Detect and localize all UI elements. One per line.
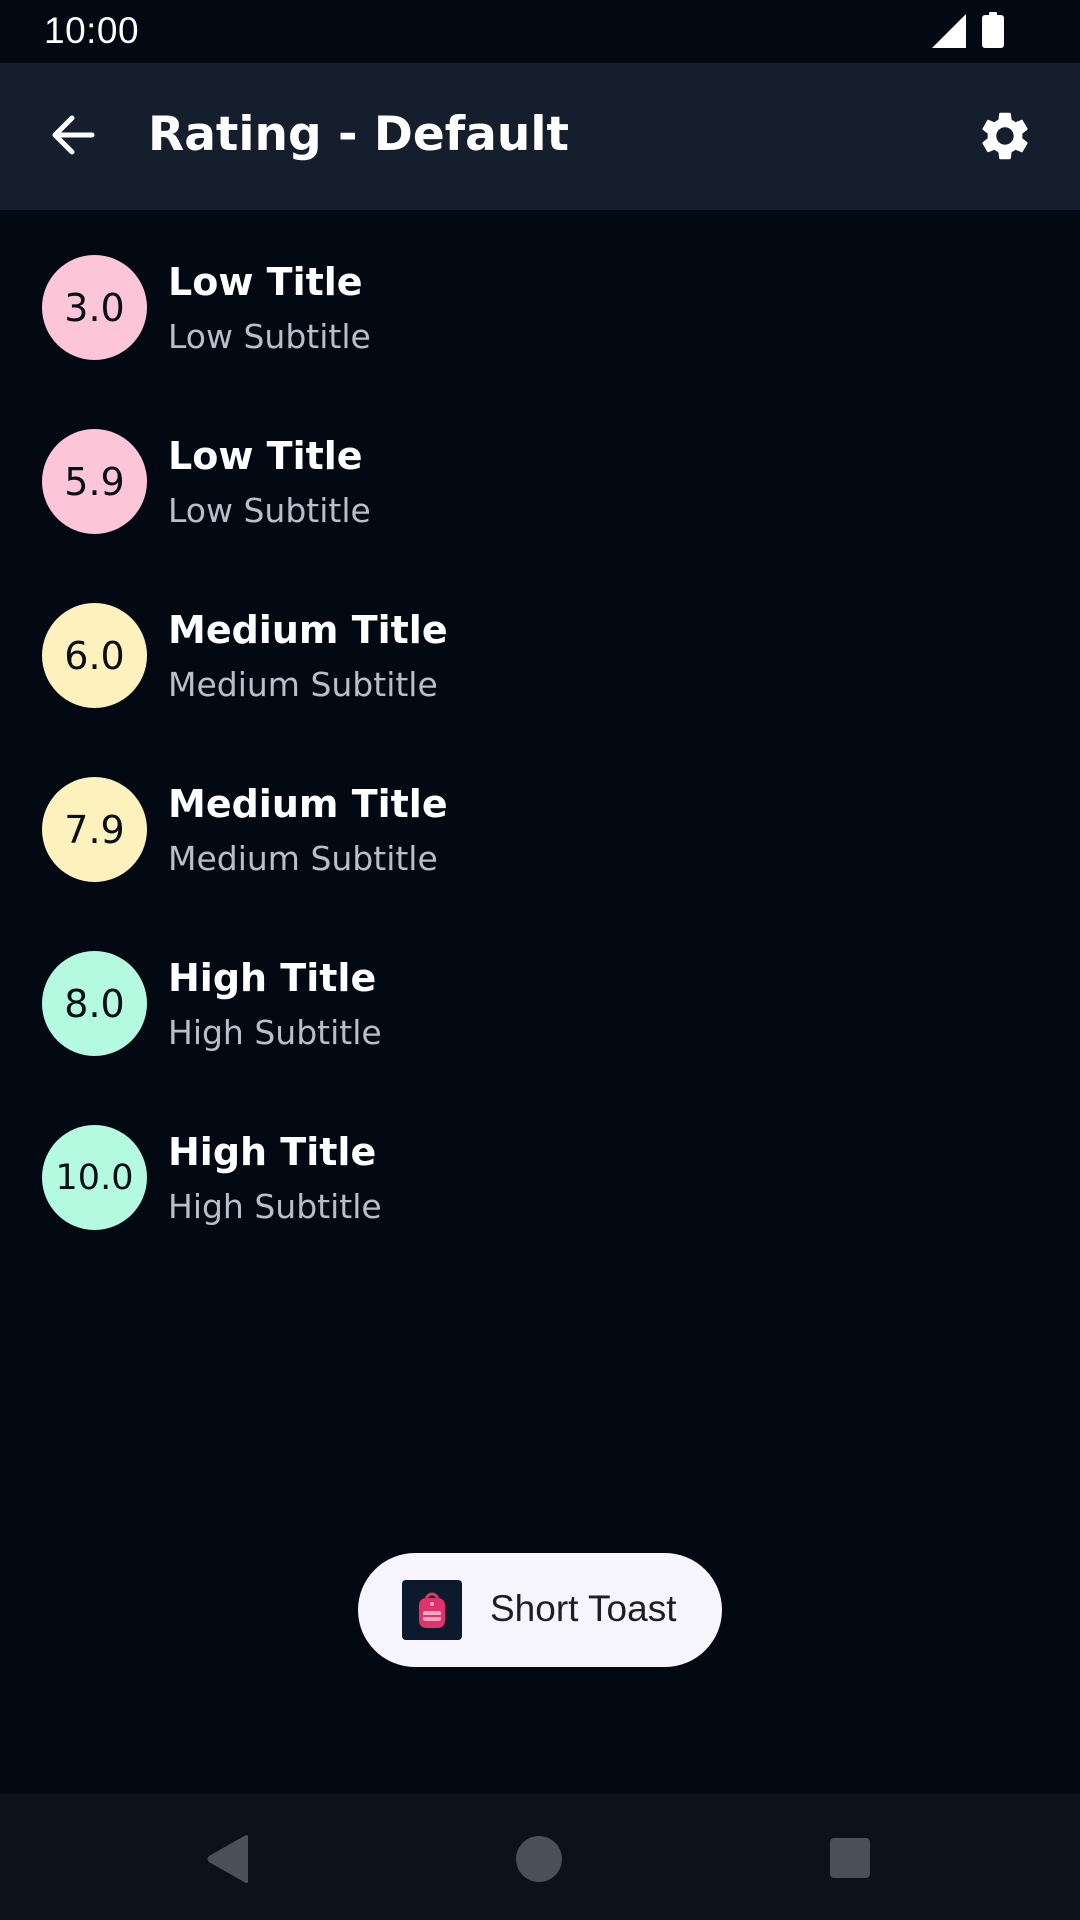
- row-subtitle: Medium Subtitle: [168, 665, 438, 704]
- row-title: Low Title: [168, 434, 363, 478]
- row-subtitle: High Subtitle: [168, 1187, 382, 1226]
- screen: 10:00 Rating - Default 3.0 Low Title Low…: [0, 0, 1080, 1920]
- row-subtitle: High Subtitle: [168, 1013, 382, 1052]
- nav-back-icon[interactable]: [204, 1834, 252, 1884]
- list-item[interactable]: 3.0 Low Title Low Subtitle: [0, 220, 1080, 394]
- row-title: High Title: [168, 956, 377, 1000]
- list-item[interactable]: 5.9 Low Title Low Subtitle: [0, 394, 1080, 568]
- nav-recents-icon[interactable]: [830, 1838, 870, 1878]
- toast: Short Toast: [358, 1553, 722, 1667]
- backpack-icon: [402, 1580, 462, 1640]
- list-item[interactable]: 7.9 Medium Title Medium Subtitle: [0, 742, 1080, 916]
- signal-icon: [932, 14, 966, 48]
- row-title: Medium Title: [168, 608, 448, 652]
- gear-icon[interactable]: [976, 107, 1034, 165]
- navigation-bar: [0, 1794, 1080, 1920]
- status-time: 10:00: [44, 10, 140, 51]
- row-title: High Title: [168, 1130, 377, 1174]
- rating-badge: 8.0: [42, 951, 147, 1056]
- list-item[interactable]: 10.0 High Title High Subtitle: [0, 1090, 1080, 1264]
- toast-message: Short Toast: [490, 1588, 677, 1629]
- list-item[interactable]: 6.0 Medium Title Medium Subtitle: [0, 568, 1080, 742]
- row-subtitle: Low Subtitle: [168, 317, 371, 356]
- row-title: Low Title: [168, 260, 363, 304]
- row-subtitle: Low Subtitle: [168, 491, 371, 530]
- battery-icon: [982, 12, 1004, 48]
- rating-badge: 7.9: [42, 777, 147, 882]
- page-title: Rating - Default: [148, 107, 569, 162]
- status-bar: 10:00: [0, 0, 1080, 63]
- rating-badge: 10.0: [42, 1125, 147, 1230]
- row-title: Medium Title: [168, 782, 448, 826]
- nav-home-icon[interactable]: [516, 1836, 562, 1882]
- row-subtitle: Medium Subtitle: [168, 839, 438, 878]
- list-item[interactable]: 8.0 High Title High Subtitle: [0, 916, 1080, 1090]
- rating-badge: 3.0: [42, 255, 147, 360]
- app-bar: Rating - Default: [0, 63, 1080, 210]
- back-arrow-icon[interactable]: [46, 108, 100, 162]
- rating-badge: 6.0: [42, 603, 147, 708]
- rating-badge: 5.9: [42, 429, 147, 534]
